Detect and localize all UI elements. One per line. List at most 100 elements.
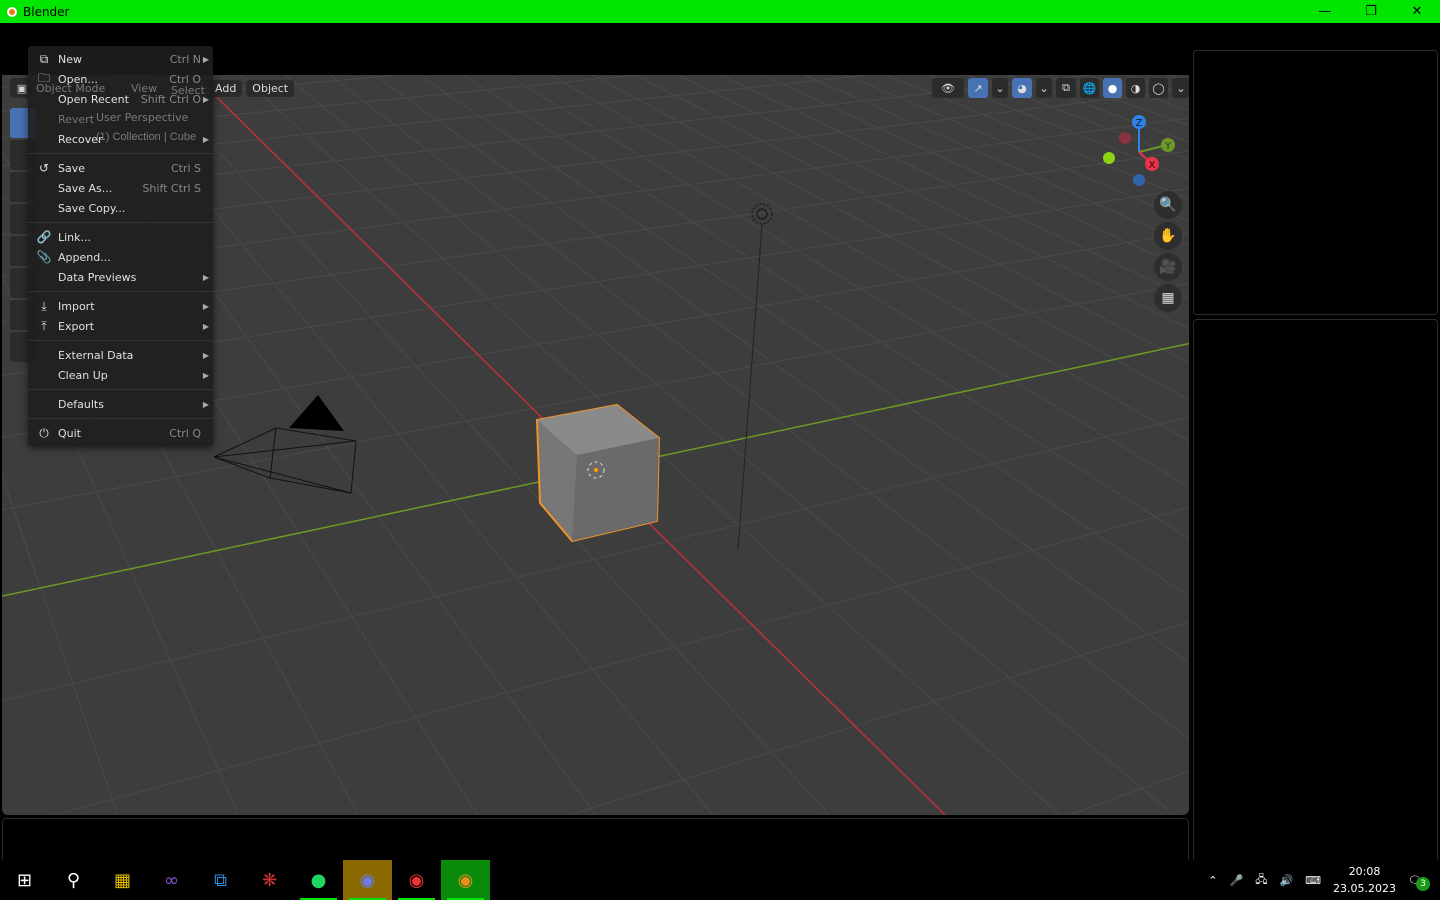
menu-item-label: Append...: [58, 250, 111, 264]
menu-item-open-recent[interactable]: Open Recent Shift Ctrl O ▶: [28, 89, 213, 109]
shading-material-icon[interactable]: ◑: [1126, 78, 1145, 98]
menu-item-append[interactable]: 📎 Append...: [28, 247, 213, 267]
menu-item-quit[interactable]: ⏻ Quit Ctrl Q: [28, 423, 213, 443]
submenu-arrow-icon: ▶: [202, 321, 209, 331]
app-icon[interactable]: ▦: [98, 860, 147, 900]
menu-item-label: Open...: [58, 72, 98, 86]
chrome-icon[interactable]: ◉: [392, 860, 441, 900]
zoom-icon[interactable]: 🔍: [1154, 191, 1182, 219]
shading-dropdown[interactable]: ⌄: [1172, 78, 1189, 98]
menu-item-defaults[interactable]: Defaults ▶: [28, 394, 213, 414]
pan-hand-icon[interactable]: ✋: [1154, 222, 1182, 250]
grid-line: [2, 475, 119, 815]
minimize-button[interactable]: —: [1302, 0, 1348, 23]
menu-item-label: Import: [58, 299, 95, 313]
menu-item-import[interactable]: ⤓ Import ▶: [28, 296, 213, 316]
menu-item-label: Recover: [58, 132, 103, 146]
submenu-arrow-icon: ▶: [202, 54, 209, 64]
blender-icon[interactable]: ◉: [441, 860, 490, 900]
notifications-icon[interactable]: 🗨 3: [1408, 874, 1430, 891]
properties-panel[interactable]: [1193, 319, 1438, 864]
visual-studio-icon[interactable]: ∞: [147, 860, 196, 900]
network-icon[interactable]: 🖧: [1255, 871, 1267, 890]
taskbar: ⊞ ⚲ ▦ ∞ ⧉ ❋ ● ◉ ◉ ◉ ⌃ 🎤 🖧 🔊 ⌨ 20:08 23.0…: [0, 860, 1440, 900]
spotify-icon[interactable]: ●: [294, 860, 343, 900]
menu-item-open[interactable]: 🗀 Open... Ctrl O: [28, 69, 213, 89]
submenu-arrow-icon: ▶: [202, 350, 209, 360]
shading-rendered-icon[interactable]: ◯: [1149, 78, 1168, 98]
menu-item-shortcut: Shift Ctrl S: [142, 181, 201, 195]
overlay-toggle-icon[interactable]: ◕: [1012, 78, 1032, 98]
menu-item-new[interactable]: ⧉ New Ctrl N ▶: [28, 49, 213, 69]
submenu-arrow-icon: ▶: [202, 272, 209, 282]
menu-object[interactable]: Object: [246, 79, 295, 97]
overlay-dropdown[interactable]: ⌄: [1036, 78, 1052, 98]
menu-separator: [28, 153, 213, 154]
grid-line: [418, 75, 1189, 598]
outliner-panel[interactable]: [1193, 50, 1438, 315]
start-button[interactable]: ⊞: [0, 860, 49, 900]
menu-item-label: Link...: [58, 230, 92, 244]
menu-item-label: Defaults: [58, 397, 104, 411]
new-file-icon: ⧉: [39, 51, 49, 66]
menu-item-link[interactable]: 🔗 Link...: [28, 227, 213, 247]
menu-item-label: Clean Up: [58, 368, 108, 382]
perspective-grid-icon[interactable]: ▦: [1154, 284, 1182, 312]
menu-item-label: Quit: [58, 426, 81, 440]
xray-toggle-icon[interactable]: ⧉: [1056, 78, 1076, 98]
menu-item-save-as[interactable]: Save As... Shift Ctrl S: [28, 178, 213, 198]
notification-badge: 3: [1416, 876, 1430, 891]
light-object[interactable]: [737, 203, 773, 551]
menu-add[interactable]: Add: [209, 79, 243, 97]
camera-object[interactable]: [213, 395, 357, 494]
submenu-arrow-icon: ▶: [202, 370, 209, 380]
discord-icon[interactable]: ◉: [343, 860, 392, 900]
microphone-icon[interactable]: 🎤: [1229, 874, 1243, 887]
app-icon[interactable]: ❋: [245, 860, 294, 900]
cube-object[interactable]: [535, 403, 661, 543]
volume-icon[interactable]: 🔊: [1279, 874, 1293, 887]
menu-item-shortcut: Ctrl O: [169, 72, 201, 86]
vscode-icon[interactable]: ⧉: [196, 860, 245, 900]
menu-item-label: Save As...: [58, 181, 113, 195]
gizmo-dropdown[interactable]: ⌄: [992, 78, 1008, 98]
file-menu: ⧉ New Ctrl N ▶ 🗀 Open... Ctrl O Open Recent Shif…: [28, 46, 213, 446]
menu-item-shortcut: Ctrl Q: [169, 426, 201, 440]
grid-line: [54, 507, 1189, 815]
menu-item-label: Save: [58, 161, 86, 175]
grid-line: [549, 75, 1189, 442]
shading-solid-icon[interactable]: ●: [1103, 78, 1122, 98]
navigation-gizmo[interactable]: Z Y X: [1097, 110, 1177, 190]
paperclip-icon: 📎: [36, 250, 52, 264]
menu-item-recover[interactable]: Recover ▶: [28, 129, 213, 149]
submenu-arrow-icon: ▶: [202, 94, 209, 104]
menu-item-data-previews[interactable]: Data Previews ▶: [28, 267, 213, 287]
submenu-arrow-icon: ▶: [202, 301, 209, 311]
save-icon: ↺: [38, 161, 50, 175]
restore-button[interactable]: ❐: [1348, 0, 1394, 23]
menu-item-save[interactable]: ↺ Save Ctrl S: [28, 158, 213, 178]
clock[interactable]: 20:08 23.05.2023: [1333, 863, 1396, 897]
import-icon: ⤓: [41, 298, 47, 313]
clock-time: 20:08: [1348, 865, 1381, 878]
visibility-icon[interactable]: 👁: [932, 78, 964, 98]
gizmo-toggle-icon[interactable]: ↗: [968, 78, 988, 98]
menu-item-label: Open Recent: [58, 92, 129, 106]
grid-line: [147, 75, 830, 815]
shading-wireframe-icon[interactable]: 🌐: [1080, 78, 1099, 98]
menu-item-label: Revert: [58, 112, 95, 126]
clock-date: 23.05.2023: [1333, 882, 1397, 895]
search-icon[interactable]: ⚲: [49, 860, 98, 900]
menu-item-save-copy[interactable]: Save Copy...: [28, 198, 213, 218]
menu-item-external-data[interactable]: External Data ▶: [28, 345, 213, 365]
close-button[interactable]: ✕: [1394, 0, 1440, 23]
svg-text:Z: Z: [1136, 118, 1143, 129]
keyboard-icon[interactable]: ⌨: [1305, 874, 1321, 887]
menu-item-export[interactable]: ⤒ Export ▶: [28, 316, 213, 336]
menu-item-clean-up[interactable]: Clean Up ▶: [28, 365, 213, 385]
menu-item-shortcut: Shift Ctrl O: [140, 92, 201, 106]
camera-icon[interactable]: 🎥: [1154, 253, 1182, 281]
export-icon: ⤒: [41, 318, 47, 333]
menu-item-revert[interactable]: Revert: [28, 109, 213, 129]
tray-chevron-icon[interactable]: ⌃: [1208, 874, 1217, 887]
